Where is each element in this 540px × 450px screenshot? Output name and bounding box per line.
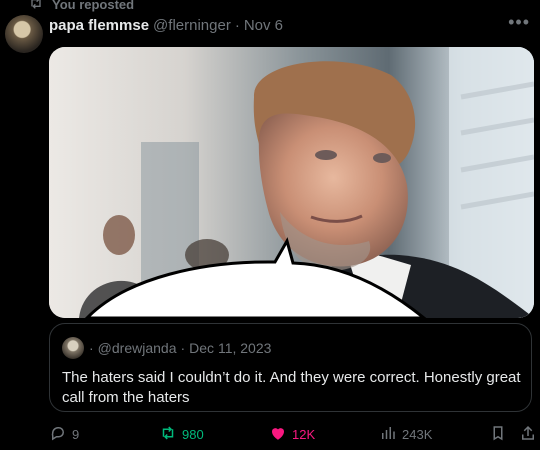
repost-label: You reposted bbox=[52, 0, 135, 12]
reply-count: 9 bbox=[72, 427, 80, 442]
quoted-handle[interactable]: @drewjanda bbox=[98, 340, 177, 356]
more-options-button[interactable]: ••• bbox=[508, 12, 530, 33]
views-button[interactable]: 243K bbox=[379, 424, 432, 445]
share-icon bbox=[519, 424, 537, 445]
quoted-text: The haters said I couldn’t do it. And th… bbox=[62, 369, 521, 406]
repost-indicator: You reposted bbox=[28, 0, 134, 14]
like-count: 12K bbox=[292, 427, 316, 442]
tweet-image[interactable] bbox=[49, 47, 534, 318]
views-count: 243K bbox=[402, 427, 433, 442]
quoted-tweet[interactable]: · @drewjanda · Dec 11, 2023 The haters s… bbox=[49, 323, 532, 412]
photo-with-speech-bubble bbox=[49, 47, 534, 318]
tweet-actions: 9 980 12K 243K bbox=[49, 424, 534, 446]
author-handle[interactable]: @flerninger bbox=[153, 17, 231, 34]
quoted-date[interactable]: Dec 11, 2023 bbox=[189, 340, 271, 356]
heart-icon bbox=[269, 424, 287, 445]
repost-button[interactable]: 980 bbox=[159, 424, 204, 445]
separator-dot: · bbox=[234, 17, 240, 34]
quoted-meta: · @drewjanda · Dec 11, 2023 bbox=[89, 340, 271, 356]
tweet-header: papa flemmse @flerninger · Nov 6 bbox=[49, 17, 283, 34]
author-name[interactable]: papa flemmse bbox=[49, 17, 149, 34]
reply-button[interactable]: 9 bbox=[49, 424, 79, 445]
repost-icon bbox=[28, 0, 44, 14]
bar-chart-icon bbox=[379, 424, 397, 445]
repost-icon bbox=[159, 424, 177, 445]
quoted-avatar[interactable] bbox=[62, 337, 84, 359]
comment-icon bbox=[49, 424, 67, 445]
quoted-separator-dot: · bbox=[89, 340, 94, 356]
quoted-separator-dot-2: · bbox=[180, 340, 186, 356]
like-button[interactable]: 12K bbox=[269, 424, 315, 445]
ellipsis-icon: ••• bbox=[508, 12, 530, 32]
share-button[interactable] bbox=[519, 424, 537, 445]
repost-count: 980 bbox=[182, 427, 204, 442]
bookmark-icon bbox=[489, 424, 507, 445]
tweet-date[interactable]: Nov 6 bbox=[244, 17, 283, 34]
bookmark-button[interactable] bbox=[489, 424, 507, 445]
author-avatar[interactable] bbox=[5, 15, 43, 53]
